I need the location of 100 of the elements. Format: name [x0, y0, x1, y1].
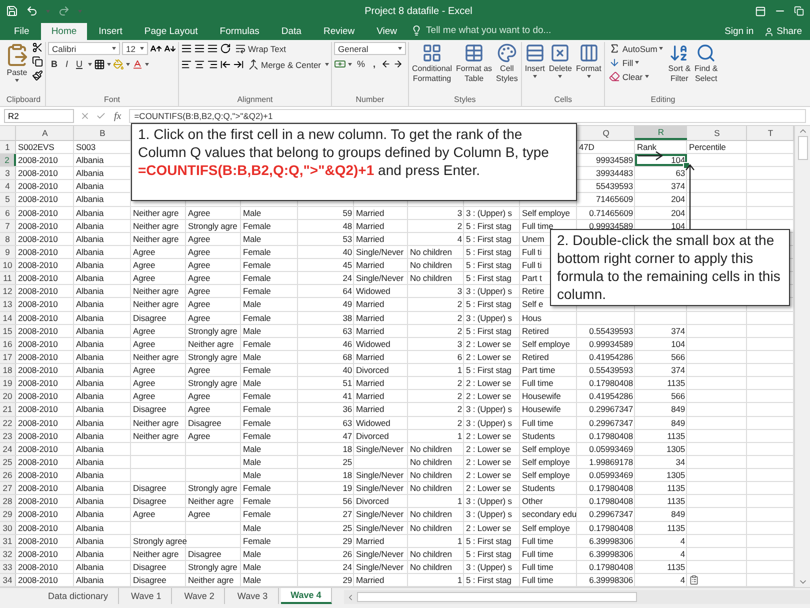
styles-button[interactable]: Cell Styles [495, 42, 519, 85]
ribbon-tab[interactable]: Formulas [210, 23, 270, 40]
row-header[interactable]: 19 [0, 377, 16, 390]
editing-button[interactable]: Sort & Filter [667, 42, 692, 85]
currency-icon[interactable] [334, 58, 346, 70]
font-color-icon[interactable] [132, 58, 143, 70]
column-header[interactable]: R [635, 126, 687, 140]
undo-icon[interactable] [26, 5, 38, 17]
ribbon-tab[interactable]: Home [41, 23, 87, 40]
sign-in-link[interactable]: Sign in [720, 23, 758, 40]
column-header[interactable]: B [74, 126, 131, 140]
row-header[interactable]: 22 [0, 416, 16, 429]
styles-button[interactable]: Conditional Formatting [411, 42, 454, 85]
row-header[interactable]: 14 [0, 312, 16, 324]
row-header[interactable]: 9 [0, 246, 16, 258]
restore-icon[interactable] [794, 6, 804, 16]
row-header[interactable]: 8 [0, 232, 16, 245]
row-header[interactable]: 27 [0, 482, 16, 494]
row-header[interactable]: 26 [0, 469, 16, 482]
comma-button[interactable]: , [370, 58, 379, 70]
row-header[interactable]: 24 [0, 442, 16, 455]
row-header[interactable]: 15 [0, 324, 16, 337]
borders-icon[interactable] [94, 58, 105, 70]
ribbon-tab[interactable]: Data [271, 23, 312, 40]
column-header[interactable]: Q [577, 126, 635, 140]
percent-button[interactable]: % [354, 58, 368, 70]
tell-me-field[interactable]: Tell me what you want to do... [424, 24, 578, 37]
row-header[interactable]: 3 [0, 167, 16, 180]
row-header[interactable]: 21 [0, 403, 16, 416]
paste-button[interactable]: Paste [4, 42, 30, 83]
column-header[interactable]: T [747, 126, 794, 140]
format-painter-icon[interactable] [32, 70, 43, 81]
row-header[interactable]: 1 [0, 140, 16, 154]
decrease-indent-icon[interactable] [220, 59, 231, 70]
cells-button[interactable]: Insert [524, 42, 546, 79]
ribbon-tab[interactable]: File [4, 23, 40, 40]
cells-button[interactable]: Delete [548, 42, 573, 79]
fill-color-icon[interactable] [112, 58, 124, 70]
autosum-button[interactable]: AutoSum [607, 42, 666, 55]
row-header[interactable]: 5 [0, 193, 16, 206]
selected-cell[interactable]: 104 [635, 154, 687, 166]
row-header[interactable]: 10 [0, 259, 16, 272]
row-header[interactable]: 28 [0, 495, 16, 508]
orientation-icon[interactable] [220, 43, 231, 54]
scrollbar-thumb[interactable] [798, 136, 808, 160]
sheet-tab[interactable]: Wave 1 [121, 588, 172, 604]
row-header[interactable]: 7 [0, 220, 16, 232]
cut-icon[interactable] [32, 42, 43, 53]
copy-icon[interactable] [32, 56, 43, 67]
underline-button[interactable]: U [73, 58, 86, 70]
ribbon-tab[interactable]: View [366, 23, 408, 40]
row-header[interactable]: 33 [0, 560, 16, 574]
row-header[interactable]: 34 [0, 574, 16, 586]
column-header[interactable]: A [16, 126, 74, 140]
name-box[interactable]: R2 [4, 109, 74, 123]
number-format-field[interactable]: General [334, 42, 406, 55]
align-left-icon[interactable] [181, 59, 192, 70]
row-header[interactable]: 25 [0, 456, 16, 468]
merge-center-button[interactable]: Merge & Center [246, 58, 323, 71]
decrease-font-icon[interactable] [164, 42, 176, 54]
ribbon-tab[interactable]: Page Layout [134, 23, 208, 40]
bold-button[interactable]: B [48, 58, 60, 70]
enter-icon[interactable] [96, 111, 106, 121]
column-header[interactable]: S [687, 126, 747, 140]
insert-function-button[interactable]: fx [112, 110, 124, 122]
formula-field[interactable]: =COUNTIFS(B:B,B2,Q:Q,">"&Q2)+1 [129, 109, 806, 123]
row-header[interactable]: 18 [0, 364, 16, 376]
scrollbar-thumb[interactable] [357, 592, 638, 602]
row-header[interactable]: 29 [0, 508, 16, 521]
row-header[interactable]: 31 [0, 534, 16, 547]
cancel-icon[interactable] [80, 111, 90, 121]
row-header[interactable]: 12 [0, 285, 16, 298]
row-header[interactable]: 13 [0, 298, 16, 311]
increase-indent-icon[interactable] [233, 59, 244, 70]
auto-fill-options-icon[interactable] [689, 575, 699, 586]
row-header[interactable]: 11 [0, 272, 16, 284]
sheet-tab[interactable]: Wave 3 [227, 588, 279, 604]
italic-button[interactable]: I [62, 58, 72, 70]
row-header[interactable]: 6 [0, 206, 16, 219]
row-header[interactable]: 23 [0, 430, 16, 442]
row-header[interactable]: 20 [0, 390, 16, 402]
font-size-field[interactable]: 12 [122, 42, 148, 55]
sheet-tab[interactable]: Wave 4 [280, 588, 332, 604]
wrap-text-button[interactable]: Wrap Text [233, 42, 288, 55]
row-header[interactable]: 4 [0, 180, 16, 192]
redo-icon[interactable] [58, 5, 70, 17]
styles-button[interactable]: Format as Table [455, 42, 494, 85]
ribbon-tab[interactable]: Insert [88, 23, 132, 40]
sheet-tab[interactable]: Wave 2 [174, 588, 226, 604]
share-button[interactable]: Share [760, 23, 806, 40]
row-header[interactable]: 17 [0, 350, 16, 364]
ribbon-tab[interactable]: Review [313, 23, 365, 40]
font-name-field[interactable]: Calibri [48, 42, 120, 55]
align-center-icon[interactable] [194, 59, 205, 70]
row-header[interactable]: 2 [0, 154, 16, 166]
save-icon[interactable] [6, 5, 18, 17]
align-right-icon[interactable] [207, 59, 218, 70]
row-header[interactable]: 16 [0, 338, 16, 350]
ribbon-display-icon[interactable] [755, 6, 766, 16]
cells-button[interactable]: Format [574, 42, 602, 79]
